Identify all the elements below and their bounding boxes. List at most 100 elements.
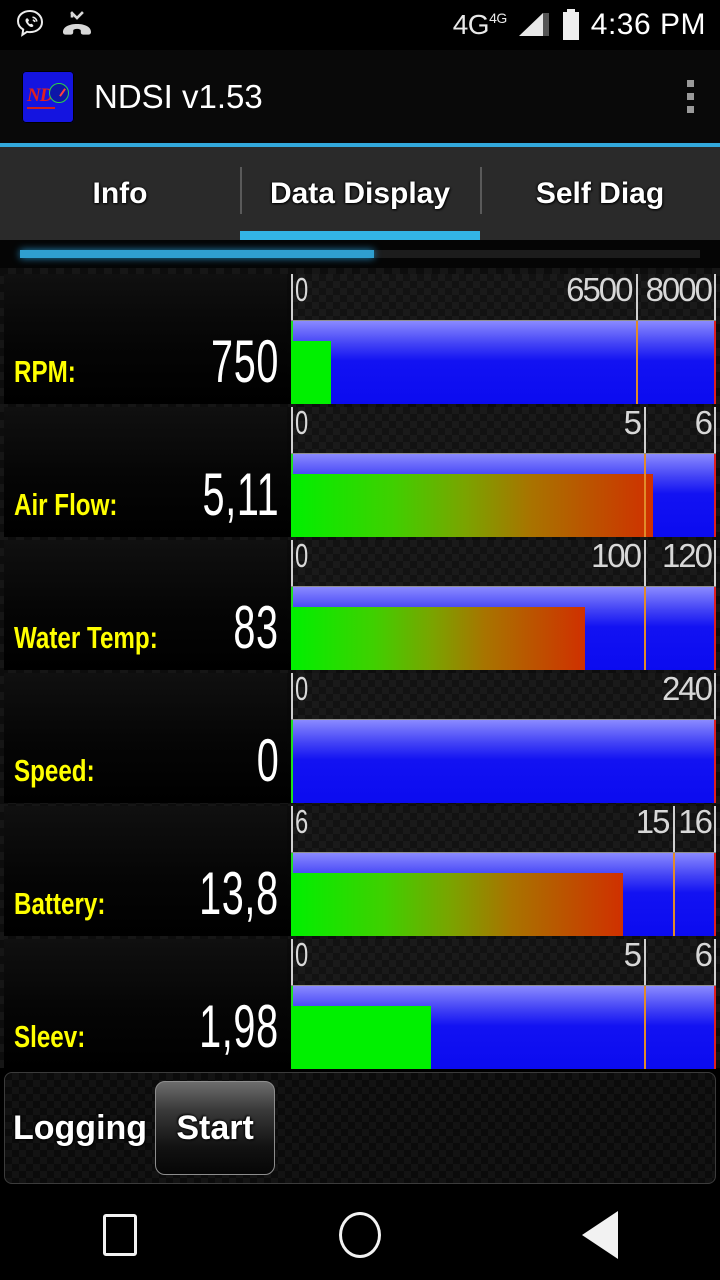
gauge-scale: 6 15 16: [291, 803, 716, 853]
data-row-left: Sleev: 1,98: [4, 939, 287, 1069]
missed-call-icon: [63, 11, 91, 35]
gauge-bar: [291, 986, 716, 1069]
gauge: 6 15 16: [291, 803, 716, 936]
tab-data-display-label: Data Display: [269, 176, 451, 210]
start-button[interactable]: Start: [155, 1081, 276, 1175]
back-triangle-icon[interactable]: [540, 1200, 660, 1270]
data-row-value: 0: [256, 727, 279, 794]
gauge-scale-max-label: 120: [661, 537, 713, 574]
tab-bar: Info Data Display Self Diag: [0, 147, 720, 240]
gauge-scale-max-label: 6: [694, 936, 713, 973]
gauge-warn-line: [644, 986, 647, 1069]
data-row-label: RPM:: [14, 354, 76, 389]
gauge-scale-tick: [714, 939, 716, 985]
data-row-value: 750: [210, 328, 279, 395]
gauge-right-edge: [714, 853, 716, 936]
data-row-label: Air Flow:: [14, 487, 118, 522]
gauge-right-edge: [714, 986, 716, 1069]
network-type-sup: 4G: [489, 10, 507, 26]
gauge: 056: [291, 936, 716, 1069]
gauge-scale-max-label: 240: [661, 670, 713, 707]
gauge-bar: [291, 587, 716, 670]
gauge: 0 240: [291, 670, 716, 803]
tab-info[interactable]: Info: [0, 147, 240, 240]
data-row[interactable]: Air Flow: 5,11 0 5 6: [4, 404, 716, 537]
status-bar-notifications: [0, 9, 94, 41]
gauge-scale-tick: [714, 673, 716, 719]
overflow-dot: [687, 93, 694, 100]
viber-icon: [16, 9, 44, 37]
data-display-list: RPM: 750 0 6500 8000 Air Flow: 5,11 0 5 6 Water Te…: [0, 268, 720, 1069]
gauge-scale: 056: [291, 936, 716, 986]
tab-self-diag[interactable]: Self Diag: [480, 147, 720, 240]
data-row[interactable]: Speed: 0 0 240: [4, 670, 716, 803]
clock: 4:36 PM: [590, 8, 706, 41]
gauge-bar: [291, 454, 716, 537]
overflow-dot: [687, 106, 694, 113]
tab-indicator: [0, 231, 240, 240]
data-row-value: 1,98: [199, 993, 279, 1060]
gauge-right-edge: [714, 321, 716, 404]
data-row-label: Sleev:: [14, 1019, 86, 1054]
data-row-value: 5,11: [202, 461, 279, 528]
battery-full-icon: [562, 9, 579, 40]
signal-bars-icon: [518, 13, 549, 36]
data-row-value: 83: [233, 594, 279, 661]
gauge-fill: [291, 1006, 432, 1069]
data-row[interactable]: Battery: 13,8 6 15 16: [4, 803, 716, 936]
page-title: NDSI v1.53: [94, 77, 263, 115]
gauge: 056: [291, 404, 716, 537]
app-icon: NDS: [22, 70, 74, 123]
data-row[interactable]: RPM: 750 0 6500 8000: [4, 271, 716, 404]
gauge-scale-tick: [714, 806, 716, 852]
gauge-right-edge: [714, 587, 716, 670]
gauge-scale: 0 240: [291, 670, 716, 720]
gauge-bar: [291, 853, 716, 936]
start-button-label: Start: [176, 1108, 254, 1147]
logging-label: Logging: [13, 1108, 148, 1147]
gauge-fill: [291, 873, 623, 936]
gauge-scale: 0 100 120: [291, 537, 716, 587]
data-row[interactable]: Water Temp: 83 0 100 120: [4, 537, 716, 670]
gauge: 0 6500 8000: [291, 271, 716, 404]
progress-fill: [20, 250, 374, 258]
gauge-right-edge: [714, 720, 716, 803]
status-bar: 4G 4G 4:36 PM: [0, 0, 720, 50]
data-row[interactable]: Sleev: 1,98 0 5 6: [4, 936, 716, 1069]
data-row-value: 13,8: [199, 860, 279, 927]
overflow-menu-icon[interactable]: [687, 80, 694, 113]
data-row-left: Battery: 13,8: [4, 806, 287, 936]
data-row-left: Water Temp: 83: [4, 540, 287, 670]
network-type-label: 4G 4G: [452, 9, 508, 41]
data-row-left: Speed: 0: [4, 673, 287, 803]
gauge-scale: 056: [291, 404, 716, 454]
tab-data-display[interactable]: Data Display: [240, 147, 480, 240]
gauge-scale-tick: [714, 274, 716, 320]
app-icon-underline: [27, 106, 55, 109]
tab-info-label: Info: [92, 176, 148, 210]
android-nav-bar: [0, 1190, 720, 1280]
progress-track: [20, 250, 700, 258]
gauge-right-edge: [714, 454, 716, 537]
gauge-scale-tick: [714, 540, 716, 586]
gauge-warn-line: [644, 587, 647, 670]
gauge-left-edge: [291, 720, 293, 803]
progress-bar-container: [0, 240, 720, 268]
tab-indicator: [480, 231, 720, 240]
gauge-scale-max-label: 6: [694, 404, 713, 441]
data-row-left: Air Flow: 5,11: [4, 407, 287, 537]
tab-self-diag-label: Self Diag: [535, 176, 665, 210]
status-bar-system: 4G 4G 4:36 PM: [453, 8, 720, 42]
phone-screen: 4G 4G 4:36 PM NDS NDSI v1.53 Info Data D…: [0, 0, 720, 1280]
gauge-scale-max-label: 8000: [645, 271, 713, 308]
gauge-warn-line: [644, 454, 647, 537]
data-row-label: Speed:: [14, 753, 95, 788]
gauge-bar: [291, 321, 716, 404]
gauge-scale-tick: [714, 407, 716, 453]
app-icon-gauge-icon: [49, 82, 69, 103]
logging-controls: Logging Start: [4, 1072, 716, 1184]
network-type-text: 4G: [452, 9, 490, 40]
home-circle-icon[interactable]: [300, 1200, 420, 1270]
recents-square-icon[interactable]: [60, 1200, 180, 1270]
gauge-warn-line: [672, 853, 675, 936]
